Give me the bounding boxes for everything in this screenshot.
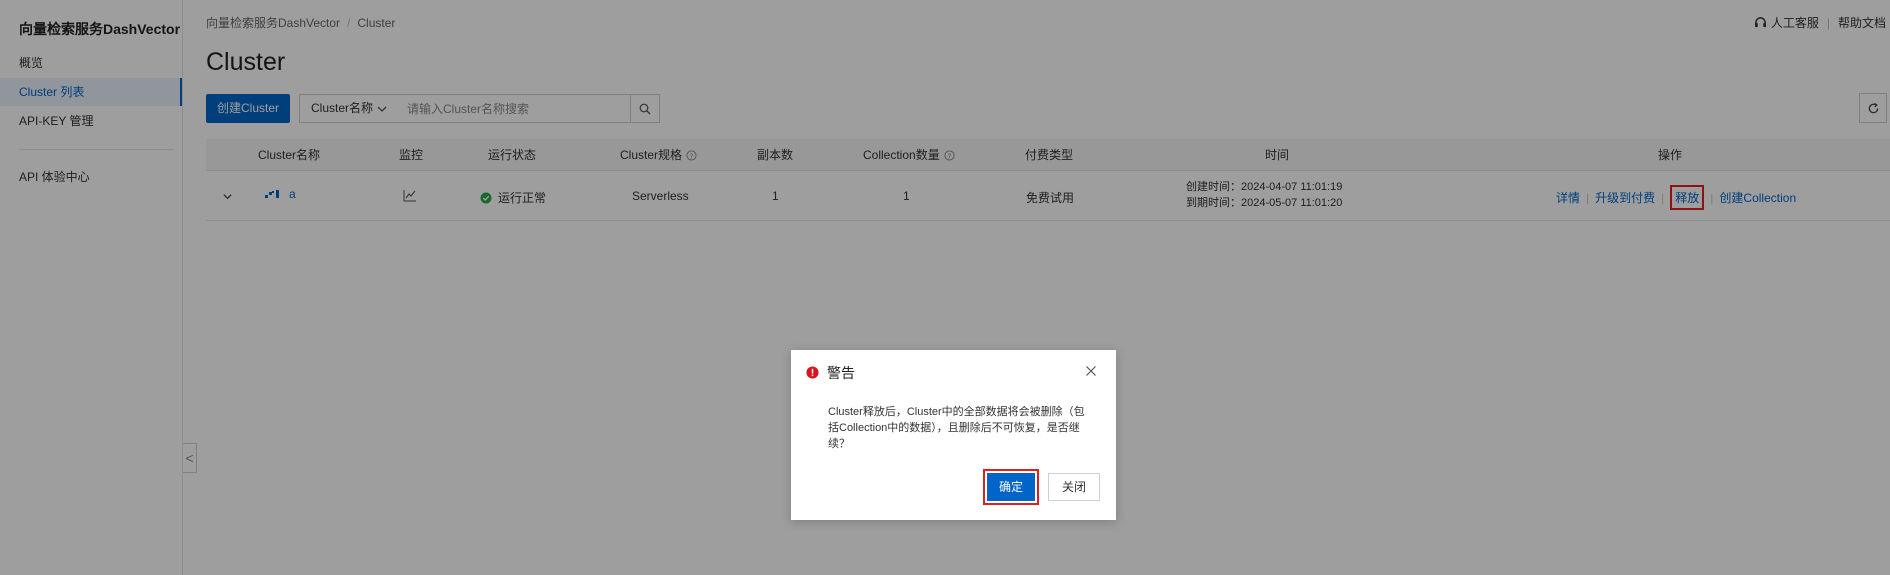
- dialog-message: Cluster释放后，Cluster中的全部数据将会被删除（包括Collecti…: [828, 406, 1085, 450]
- close-button[interactable]: 关闭: [1048, 473, 1100, 501]
- warning-dialog: 警告 Cluster释放后，Cluster中的全部数据将会被删除（包括Colle…: [791, 350, 1116, 520]
- close-icon[interactable]: [1085, 365, 1097, 377]
- confirm-button[interactable]: 确定: [983, 469, 1039, 505]
- warning-icon: [806, 366, 819, 379]
- dialog-title: 警告: [827, 365, 855, 381]
